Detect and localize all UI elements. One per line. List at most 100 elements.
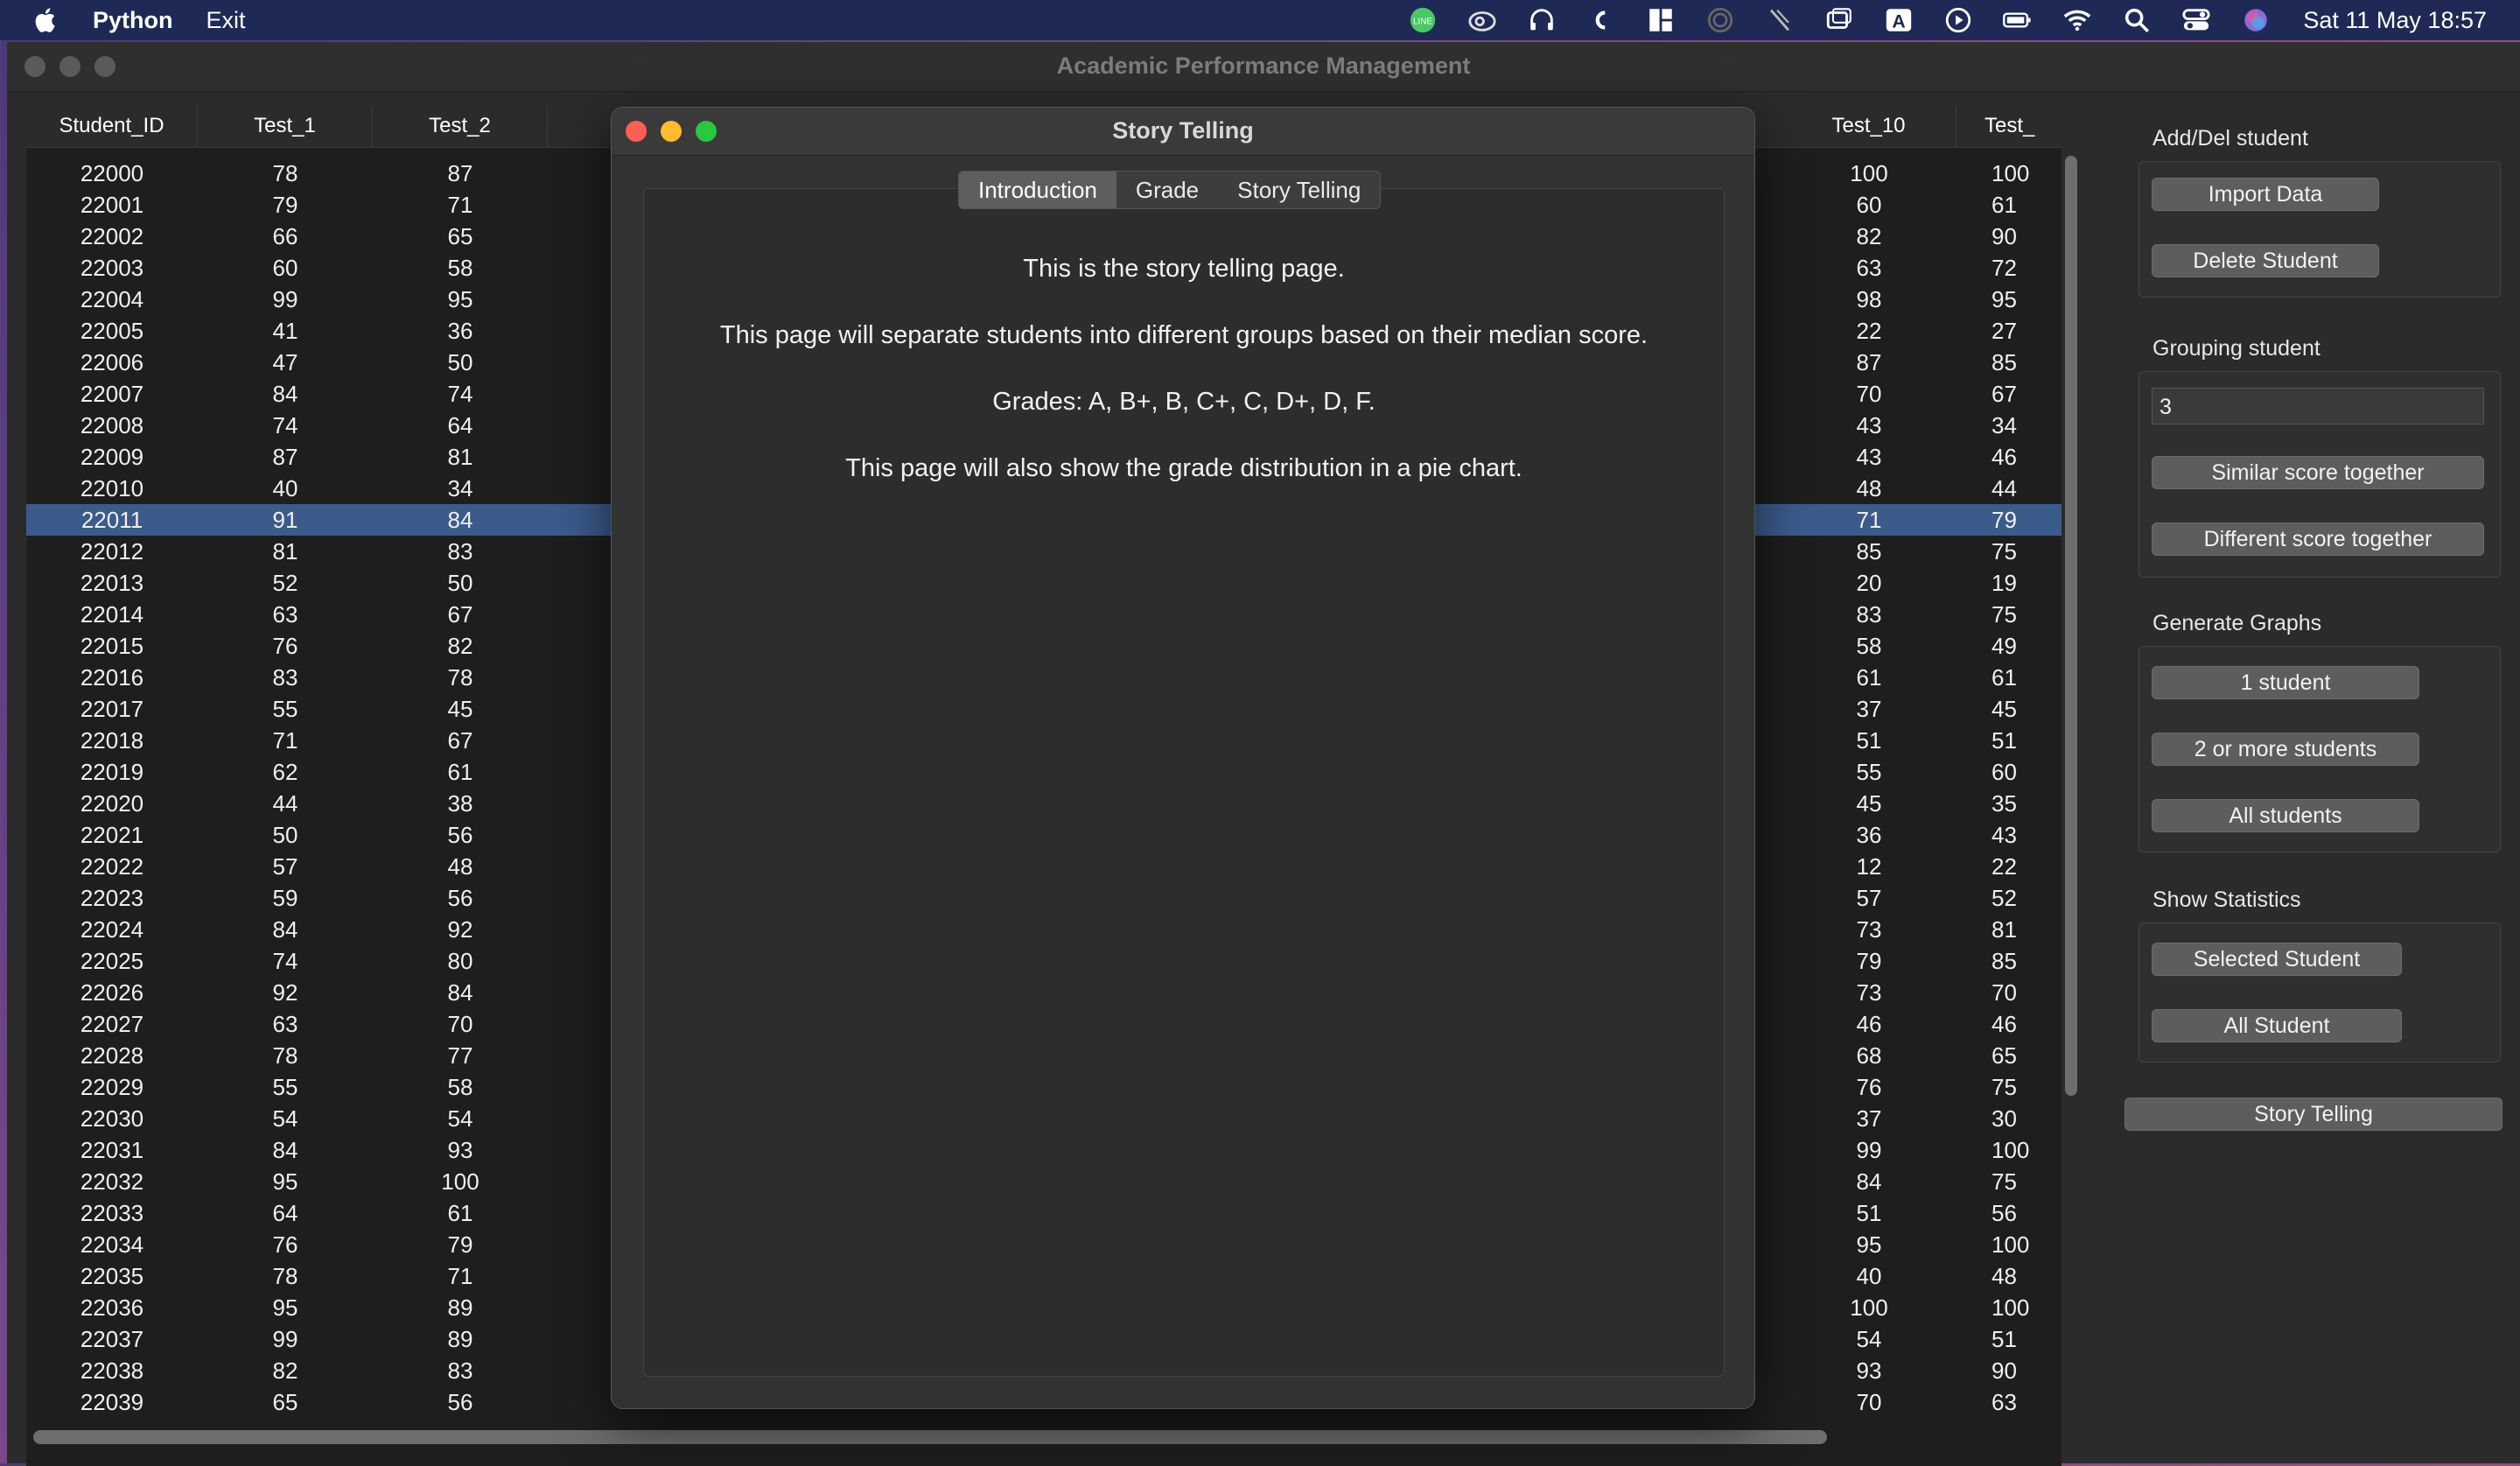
app-icon[interactable] — [1584, 5, 1619, 35]
table-cell: 84 — [272, 1137, 298, 1163]
table-cell: 45 — [1856, 790, 1882, 817]
add-del-title: Add/Del student — [2152, 126, 2308, 151]
vertical-scrollbar[interactable] — [2065, 156, 2077, 1096]
control-center-icon[interactable] — [2179, 5, 2214, 35]
table-cell: 58 — [1856, 633, 1882, 659]
table-cell: 99 — [272, 286, 298, 312]
table-cell: 37 — [1856, 696, 1882, 722]
play-icon[interactable] — [1941, 5, 1976, 35]
table-cell: 56 — [1992, 1200, 2017, 1226]
table-cell: 20 — [1856, 570, 1882, 596]
table-cell: 83 — [272, 664, 298, 691]
table-cell: 83 — [1856, 601, 1882, 628]
line-icon[interactable]: LINE — [1405, 5, 1440, 35]
table-cell: 22008 — [80, 412, 144, 438]
table-cell: 89 — [447, 1294, 473, 1321]
table-cell: 51 — [1992, 1326, 2017, 1352]
table-cell: 67 — [447, 727, 473, 754]
layout-icon[interactable] — [1643, 5, 1678, 35]
tab-grade[interactable]: Grade — [1116, 172, 1218, 208]
table-cell: 12 — [1856, 853, 1882, 880]
table-cell: 22029 — [80, 1074, 144, 1100]
table-cell: 82 — [447, 633, 473, 659]
story-telling-button[interactable]: Story Telling — [2124, 1098, 2502, 1131]
table-cell: 63 — [272, 601, 298, 628]
pen-icon[interactable] — [1762, 5, 1797, 35]
all-students-graph-button[interactable]: All students — [2152, 799, 2419, 832]
table-cell: 63 — [1992, 1389, 2017, 1415]
table-cell: 70 — [447, 1011, 473, 1037]
group-count-field[interactable]: 3 — [2152, 388, 2484, 424]
display-icon[interactable] — [1822, 5, 1857, 35]
battery-icon[interactable] — [2000, 5, 2035, 35]
column-header-student-id[interactable]: Student_ID — [26, 105, 198, 147]
tab-introduction[interactable]: Introduction — [959, 172, 1116, 208]
table-cell: 71 — [1856, 507, 1882, 533]
input-a-icon[interactable]: A — [1881, 5, 1916, 35]
tab-story-telling[interactable]: Story Telling — [1218, 172, 1380, 208]
table-cell: 71 — [272, 727, 298, 754]
table-cell: 100 — [1850, 160, 1888, 186]
table-cell: 22026 — [80, 979, 144, 1006]
wifi-icon[interactable] — [2060, 5, 2095, 35]
similar-score-button[interactable]: Similar score together — [2152, 456, 2484, 489]
column-header-test-1[interactable]: Test_1 — [198, 105, 373, 147]
table-cell: 22013 — [80, 570, 144, 596]
window-title: Academic Performance Management — [1056, 53, 1471, 79]
table-cell: 83 — [447, 1357, 473, 1384]
siri-icon[interactable] — [2238, 5, 2273, 35]
apple-logo-icon[interactable] — [32, 5, 61, 35]
different-score-button[interactable]: Different score together — [2152, 523, 2484, 556]
table-cell: 46 — [1992, 1011, 2017, 1037]
column-header-test-11[interactable]: Test_ — [1956, 105, 2062, 147]
table-cell: 51 — [1992, 727, 2017, 754]
table-cell: 27 — [1992, 318, 2017, 344]
table-cell: 61 — [447, 759, 473, 785]
table-cell: 22006 — [80, 349, 144, 375]
table-cell: 22038 — [80, 1357, 144, 1384]
table-cell: 22018 — [80, 727, 144, 754]
table-cell: 22017 — [80, 696, 144, 722]
input-source-label: A — [1893, 11, 1906, 32]
selected-student-stats-button[interactable]: Selected Student — [2152, 943, 2402, 976]
app-menu-python[interactable]: Python — [93, 7, 173, 34]
table-cell: 22002 — [80, 223, 144, 249]
table-cell: 78 — [272, 1042, 298, 1069]
table-cell: 44 — [272, 790, 298, 817]
table-cell: 75 — [1992, 538, 2017, 565]
table-cell: 72 — [1992, 255, 2017, 281]
headphones-icon[interactable] — [1524, 5, 1559, 35]
table-cell: 61 — [447, 1200, 473, 1226]
table-cell: 95 — [1856, 1231, 1882, 1258]
column-header-test-10[interactable]: Test_10 — [1782, 105, 1956, 147]
table-cell: 85 — [1992, 349, 2017, 375]
one-student-graph-button[interactable]: 1 student — [2152, 666, 2419, 699]
table-cell: 22010 — [80, 475, 144, 502]
menu-exit[interactable]: Exit — [206, 7, 246, 34]
search-icon[interactable] — [2119, 5, 2154, 35]
intro-line-3: Grades: A, B+, B, C+, C, D+, D, F. — [992, 388, 1376, 416]
table-cell: 61 — [1856, 664, 1882, 691]
grouping-title: Grouping student — [2152, 336, 2320, 361]
table-cell: 100 — [1992, 1137, 2030, 1163]
table-cell: 22039 — [80, 1389, 144, 1415]
multiple-students-graph-button[interactable]: 2 or more students — [2152, 733, 2419, 766]
all-student-stats-button[interactable]: All Student — [2152, 1009, 2402, 1042]
table-cell: 64 — [272, 1200, 298, 1226]
table-cell: 51 — [1856, 1200, 1882, 1226]
table-cell: 84 — [447, 507, 473, 533]
airdrop-icon[interactable] — [1703, 5, 1738, 35]
table-cell: 52 — [272, 570, 298, 596]
column-header-test-2[interactable]: Test_2 — [373, 105, 548, 147]
table-cell: 83 — [447, 538, 473, 565]
table-cell: 48 — [1992, 1263, 2017, 1289]
table-cell: 58 — [447, 1074, 473, 1100]
import-data-button[interactable]: Import Data — [2152, 178, 2379, 211]
creative-cloud-icon[interactable] — [1465, 5, 1500, 35]
table-cell: 75 — [1992, 601, 2017, 628]
delete-student-button[interactable]: Delete Student — [2152, 244, 2379, 277]
horizontal-scrollbar[interactable] — [33, 1430, 1827, 1444]
table-cell: 74 — [272, 948, 298, 974]
table-cell: 22035 — [80, 1263, 144, 1289]
table-cell: 65 — [272, 1389, 298, 1415]
